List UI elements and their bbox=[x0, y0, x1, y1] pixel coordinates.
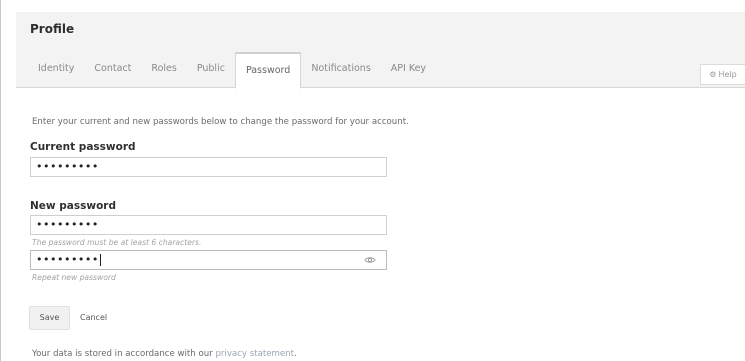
save-button[interactable]: Save bbox=[29, 306, 70, 330]
repeat-password-value: ••••••••• bbox=[36, 253, 99, 266]
tab-notifications[interactable]: Notifications bbox=[301, 52, 380, 88]
left-edge-border bbox=[0, 0, 1, 361]
footer-suffix: . bbox=[293, 349, 297, 359]
new-password-input[interactable]: ••••••••• bbox=[30, 215, 387, 235]
intro-text: Enter your current and new passwords bel… bbox=[32, 117, 409, 127]
tab-api-key[interactable]: API Key bbox=[381, 52, 436, 88]
help-button[interactable]: ⚙ Help bbox=[700, 64, 745, 85]
help-label: Help bbox=[718, 70, 737, 79]
current-password-input[interactable]: ••••••••• bbox=[30, 157, 387, 177]
page-title: Profile bbox=[30, 22, 75, 36]
tab-roles[interactable]: Roles bbox=[141, 52, 186, 88]
repeat-password-input[interactable]: ••••••••• bbox=[30, 250, 387, 270]
gear-icon: ⚙ bbox=[709, 70, 717, 79]
footer-text: Your data is stored in accordance with o… bbox=[32, 349, 297, 359]
current-password-value: ••••••••• bbox=[36, 160, 99, 173]
new-password-label: New password bbox=[30, 200, 116, 212]
profile-header: Profile Identity Contact Roles Public Pa… bbox=[16, 12, 745, 89]
tab-password[interactable]: Password bbox=[234, 52, 302, 89]
current-password-label: Current password bbox=[30, 141, 136, 153]
new-password-value: ••••••••• bbox=[36, 218, 99, 231]
footer-statement: Your data is stored in accordance with o… bbox=[32, 349, 216, 359]
tab-identity[interactable]: Identity bbox=[28, 52, 84, 88]
text-caret bbox=[99, 254, 101, 266]
tab-contact[interactable]: Contact bbox=[84, 52, 141, 88]
cancel-button[interactable]: Cancel bbox=[80, 306, 107, 330]
eye-icon[interactable] bbox=[364, 254, 376, 266]
privacy-statement-link[interactable]: privacy statement bbox=[215, 349, 294, 359]
tab-public[interactable]: Public bbox=[187, 52, 235, 88]
new-password-hint: The password must be at least 6 characte… bbox=[32, 238, 202, 247]
repeat-password-hint: Repeat new password bbox=[32, 273, 116, 282]
tab-bar: Identity Contact Roles Public Password N… bbox=[28, 52, 436, 89]
